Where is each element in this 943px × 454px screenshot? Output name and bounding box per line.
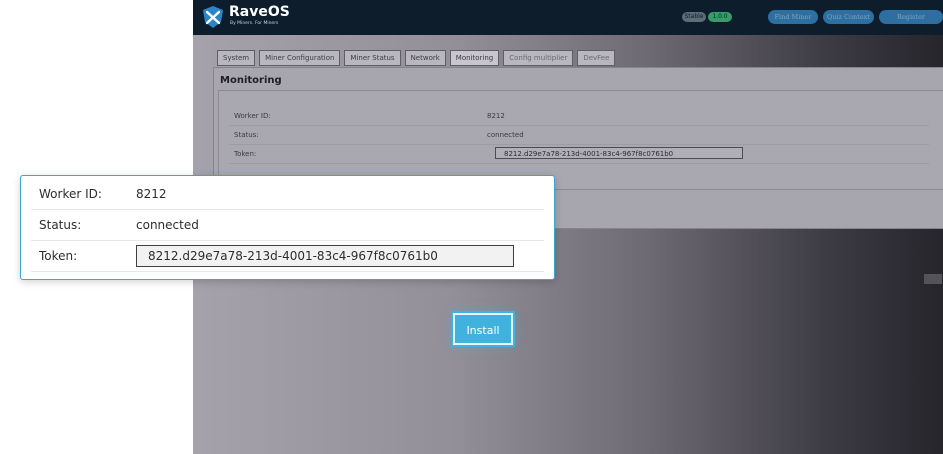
tab-miner-status[interactable]: Miner Status: [344, 50, 401, 66]
zoom-callout: Worker ID: 8212 Status: connected Token:…: [20, 175, 555, 280]
callout-status-label: Status:: [39, 218, 82, 232]
quiz-context-button[interactable]: Quiz Context: [823, 10, 874, 24]
tab-bar: System Miner Configuration Miner Status …: [217, 50, 616, 66]
table-row: Status: connected: [229, 126, 929, 145]
screenshot-stage: RaveOS By Miners. For Miners Stable 1.0.…: [0, 0, 943, 454]
tab-config-multiplier[interactable]: Config multiplier: [503, 50, 574, 66]
callout-token-label: Token:: [39, 249, 78, 263]
brand-name: RaveOS: [229, 4, 290, 20]
install-button[interactable]: Install: [453, 313, 513, 345]
status-value: connected: [487, 131, 524, 139]
worker-id-label: Worker ID:: [234, 112, 271, 120]
tab-devfee[interactable]: DevFee: [577, 50, 616, 66]
raveos-logo-icon: [203, 6, 223, 28]
tab-monitoring[interactable]: Monitoring: [449, 50, 500, 66]
tab-miner-configuration[interactable]: Miner Configuration: [259, 50, 341, 66]
callout-row: Worker ID: 8212: [31, 179, 544, 210]
panel-title: Monitoring: [220, 75, 282, 86]
callout-worker-id-label: Worker ID:: [39, 187, 102, 201]
worker-id-value: 8212: [487, 112, 505, 120]
callout-worker-id-value: 8212: [136, 187, 167, 201]
find-miner-button[interactable]: Find Miner: [768, 10, 818, 24]
callout-row: Token: 8212.d29e7a78-213d-4001-83c4-967f…: [31, 241, 544, 272]
tab-network[interactable]: Network: [404, 50, 446, 66]
table-row: Token: 8212.d29e7a78-213d-4001-83c4-967f…: [229, 145, 929, 164]
tab-system[interactable]: System: [217, 50, 256, 66]
top-bar: RaveOS By Miners. For Miners Stable 1.0.…: [193, 0, 943, 35]
callout-token-field[interactable]: 8212.d29e7a78-213d-4001-83c4-967f8c0761b…: [136, 245, 514, 267]
token-label: Token:: [234, 150, 257, 158]
status-label: Status:: [234, 131, 259, 139]
side-button[interactable]: [924, 274, 942, 284]
callout-row: Status: connected: [31, 210, 544, 241]
table-row: Worker ID: 8212: [229, 107, 929, 126]
release-badge: Stable: [682, 12, 706, 22]
token-field[interactable]: 8212.d29e7a78-213d-4001-83c4-967f8c0761b…: [495, 147, 743, 159]
brand-tagline: By Miners. For Miners: [230, 21, 279, 26]
version-badge: 1.0.0: [708, 12, 732, 22]
register-button[interactable]: Register: [879, 10, 943, 24]
callout-status-value: connected: [136, 218, 199, 232]
